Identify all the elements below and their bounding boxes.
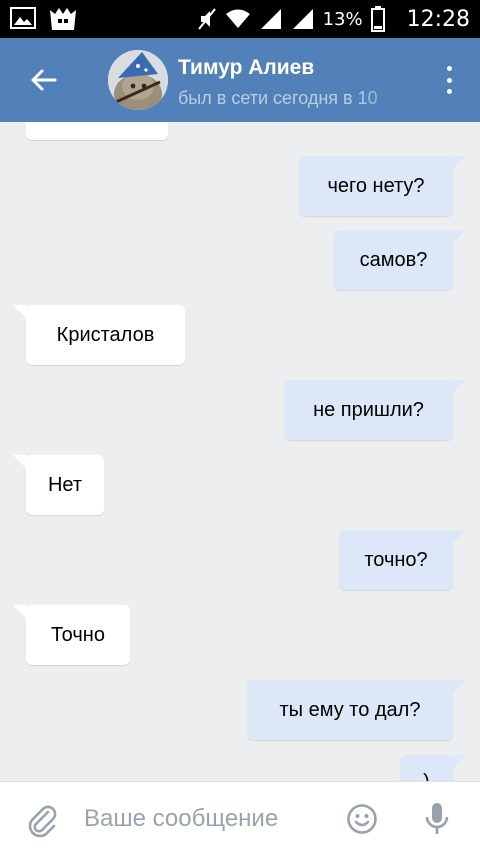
message-text: самов? (359, 248, 428, 271)
back-button[interactable] (22, 58, 66, 102)
outgoing-message[interactable]: самов? (334, 230, 466, 290)
voice-message-button[interactable] (424, 801, 450, 837)
message-text: не пришли? (313, 398, 424, 421)
dot (446, 77, 452, 83)
message-text: чего нету? (327, 174, 425, 197)
attach-button[interactable] (24, 802, 60, 838)
back-arrow-icon (31, 69, 57, 91)
message-composer (0, 781, 480, 854)
incoming-message[interactable]: Точно (13, 605, 130, 665)
dot (446, 89, 452, 94)
signal-icon (260, 9, 281, 29)
microphone-icon (425, 803, 449, 834)
paperclip-icon (28, 805, 57, 838)
contact-last-seen: был в сети сегодня в 10 (178, 88, 378, 108)
message-text: ) (423, 771, 430, 781)
message-list[interactable]: чего нету? самов? Кристалов не пришли? Н… (0, 122, 480, 781)
more-options-button[interactable] (436, 62, 462, 98)
outgoing-message[interactable]: не пришли? (284, 380, 466, 440)
outgoing-message[interactable]: чего нету? (299, 156, 466, 216)
outgoing-message[interactable]: точно? (339, 530, 466, 590)
message-text: Кристалов (56, 323, 155, 346)
battery-percent: 13% (322, 8, 363, 30)
status-bar: 13% 12:28 (0, 0, 480, 38)
battery-icon (370, 6, 385, 32)
wifi-icon (225, 9, 250, 28)
incoming-message[interactable] (26, 122, 168, 140)
chat-header: Тимур Алиев был в сети сегодня в 10 (0, 38, 480, 122)
incoming-message[interactable]: Кристалов (13, 305, 185, 365)
smiley-icon (347, 804, 377, 834)
outgoing-message[interactable]: ты ему то дал? (247, 680, 466, 740)
outgoing-message[interactable]: ) (400, 755, 466, 781)
signal-icon (292, 9, 313, 29)
incoming-message[interactable]: Нет (13, 455, 104, 515)
message-text: Нет (47, 473, 83, 496)
cat-wizard-avatar-icon (108, 50, 168, 110)
emoji-button[interactable] (346, 803, 378, 835)
message-text: точно? (364, 548, 428, 571)
contact-name[interactable]: Тимур Алиев (178, 56, 314, 80)
message-input[interactable] (84, 800, 324, 838)
dot (446, 66, 452, 71)
mute-icon (197, 8, 216, 30)
contact-avatar[interactable] (108, 50, 168, 110)
message-text: Точно (51, 623, 105, 646)
message-text: ты ему то дал? (279, 698, 421, 721)
gallery-icon (10, 7, 36, 29)
app-icon (50, 8, 76, 30)
clock: 12:28 (406, 6, 470, 32)
